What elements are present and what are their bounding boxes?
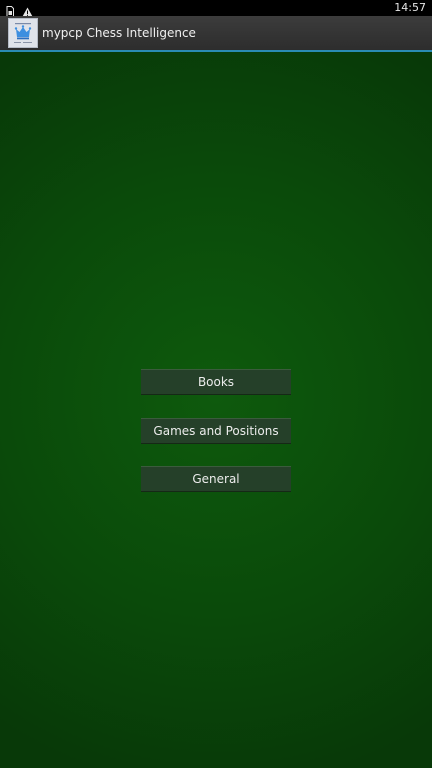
action-bar: mypcp Chess Intelligence <box>0 16 432 52</box>
games-and-positions-button[interactable]: Games and Positions <box>141 418 291 444</box>
general-button[interactable]: General <box>141 466 291 492</box>
main-content: Books Games and Positions General <box>0 52 432 768</box>
app-title: mypcp Chess Intelligence <box>42 26 196 40</box>
chess-app-icon[interactable] <box>8 18 38 48</box>
books-button[interactable]: Books <box>141 369 291 395</box>
status-bar: 14:57 <box>0 0 432 17</box>
status-time: 14:57 <box>394 1 426 14</box>
app-screen: 14:57 mypcp Chess Intelligence Books Gam… <box>0 0 432 768</box>
